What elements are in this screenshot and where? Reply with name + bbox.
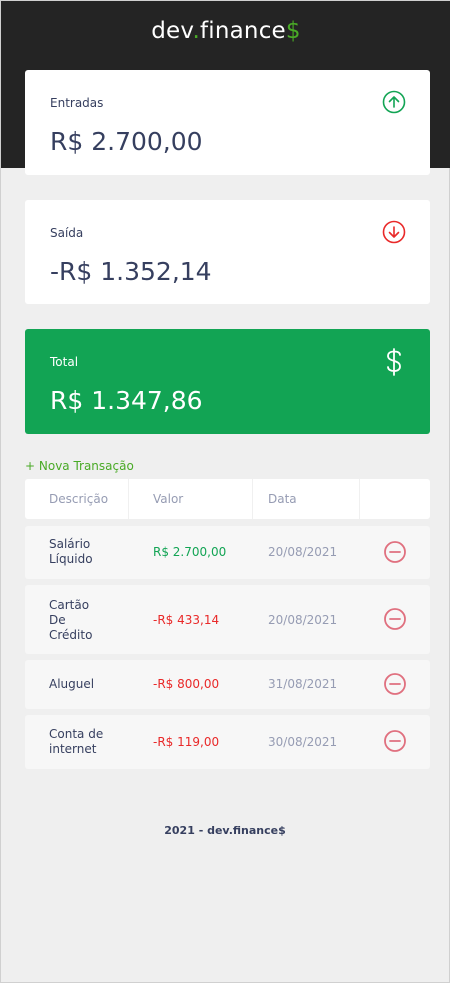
transaction-amount: -R$ 433,14 — [153, 613, 220, 627]
transaction-date: 30/08/2021 — [268, 735, 338, 749]
total-amount: R$ 1.347,86 — [50, 386, 203, 415]
total-card: Total R$ 1.347,86 — [25, 329, 430, 434]
table-row: Aluguel -R$ 800,00 31/08/2021 — [25, 660, 430, 709]
logo-prefix: dev — [151, 18, 193, 44]
income-card: Entradas R$ 2.700,00 — [25, 70, 430, 175]
transaction-date: 31/08/2021 — [268, 677, 338, 691]
table-row: Cartão De Crédito -R$ 433,14 20/08/2021 — [25, 585, 430, 654]
table-row: Salário Líquido R$ 2.700,00 20/08/2021 — [25, 526, 430, 579]
transaction-description: Conta de internet — [49, 727, 104, 756]
income-label: Entradas — [50, 96, 104, 110]
transaction-amount: -R$ 119,00 — [153, 735, 220, 749]
arrow-down-circle-icon — [382, 220, 406, 244]
transaction-amount: R$ 2.700,00 — [153, 545, 227, 559]
expense-amount: -R$ 1.352,14 — [50, 257, 212, 286]
header-divider — [359, 479, 360, 519]
table-header: Descrição Valor Data — [25, 479, 430, 519]
header-divider — [128, 479, 129, 519]
minus-circle-icon[interactable] — [383, 607, 407, 631]
app-logo: dev.finance$ — [1, 18, 450, 44]
header-divider — [252, 479, 253, 519]
arrow-up-circle-icon — [382, 90, 406, 114]
dollar-sign-icon — [387, 348, 401, 376]
new-transaction-link[interactable]: + Nova Transação — [25, 459, 134, 473]
logo-name: finance — [199, 18, 286, 44]
logo-dollar: $ — [285, 18, 301, 44]
column-header-date: Data — [268, 492, 297, 506]
transaction-date: 20/08/2021 — [268, 545, 338, 559]
transaction-description: Cartão De Crédito — [49, 598, 93, 642]
transaction-date: 20/08/2021 — [268, 613, 338, 627]
column-header-amount: Valor — [153, 492, 184, 506]
minus-circle-icon[interactable] — [383, 729, 407, 753]
income-amount: R$ 2.700,00 — [50, 127, 203, 156]
table-row: Conta de internet -R$ 119,00 30/08/2021 — [25, 715, 430, 769]
minus-circle-icon[interactable] — [383, 540, 407, 564]
transaction-description: Aluguel — [49, 677, 95, 691]
column-header-description: Descrição — [49, 492, 109, 506]
minus-circle-icon[interactable] — [383, 672, 407, 696]
expense-label: Saída — [50, 226, 84, 240]
logo-dot: . — [192, 18, 200, 44]
transaction-description: Salário Líquido — [49, 537, 93, 566]
transaction-amount: -R$ 800,00 — [153, 677, 220, 691]
total-label: Total — [50, 355, 79, 369]
expense-card: Saída -R$ 1.352,14 — [25, 200, 430, 304]
footer-text: 2021 - dev.finance$ — [164, 824, 286, 837]
